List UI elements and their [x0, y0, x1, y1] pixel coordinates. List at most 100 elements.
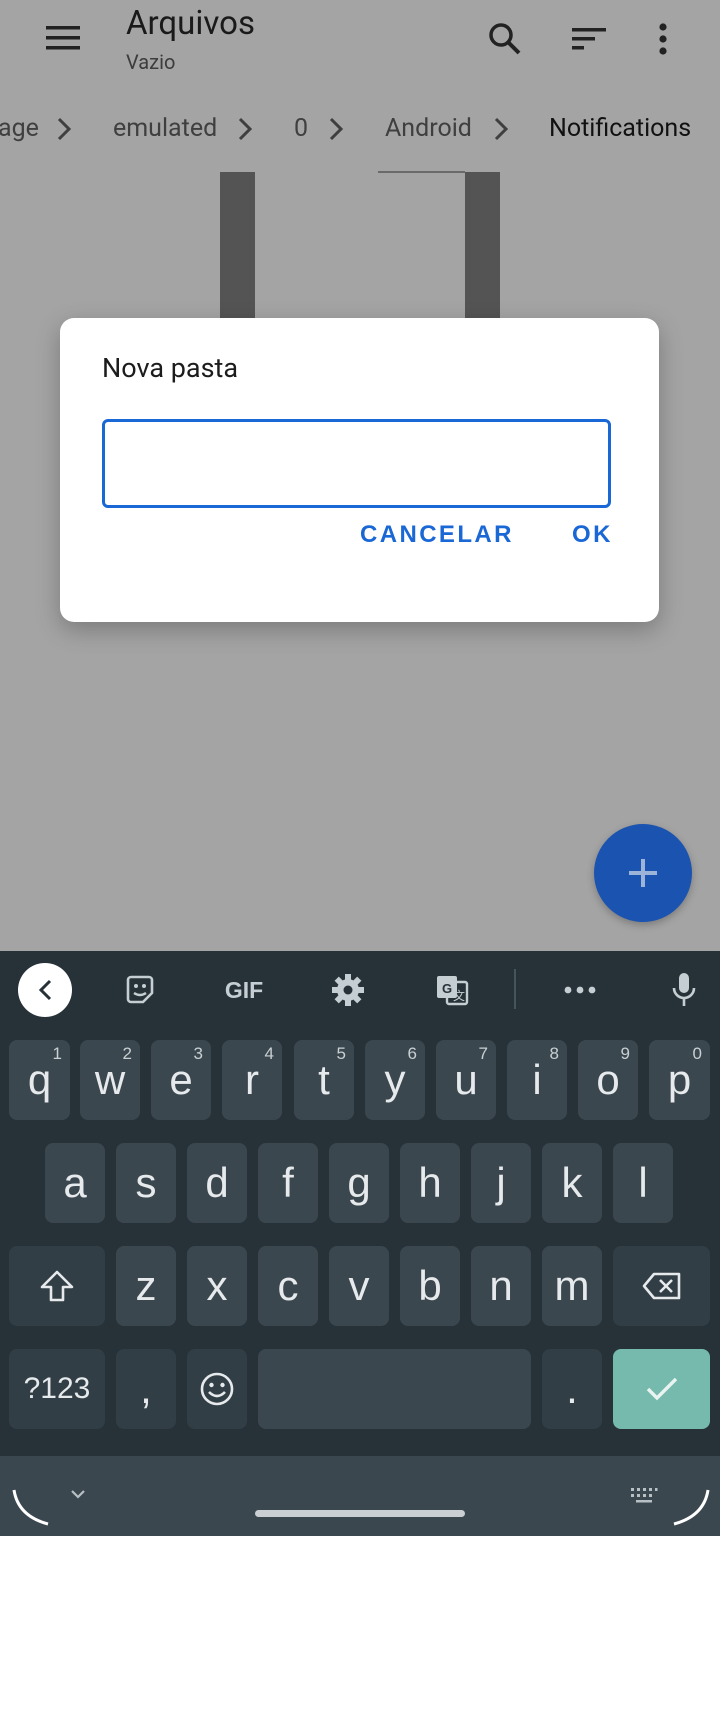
screen: Arquivos Vazio age emulated 0 Android No…	[0, 0, 720, 1536]
key-b[interactable]: b	[400, 1246, 460, 1326]
breadcrumb-item-storage[interactable]: age	[0, 114, 39, 143]
key-label: e	[169, 1056, 193, 1103]
backspace-key[interactable]	[613, 1246, 710, 1326]
key-u[interactable]: u7	[436, 1040, 496, 1120]
cancel-button[interactable]: CANCELAR	[360, 521, 514, 549]
svg-text:G: G	[442, 981, 452, 996]
key-d[interactable]: d	[187, 1143, 247, 1223]
folder-name-input[interactable]	[102, 419, 611, 508]
ok-button[interactable]: OK	[572, 521, 613, 549]
key-label: g	[347, 1159, 371, 1206]
chevron-right-icon	[57, 117, 72, 141]
key-label: m	[554, 1262, 590, 1309]
key-label: ?123	[23, 1372, 91, 1405]
emoji-key[interactable]	[187, 1349, 247, 1429]
key-l[interactable]: l	[613, 1143, 673, 1223]
key-label: .	[566, 1365, 578, 1412]
search-icon[interactable]	[482, 16, 528, 62]
key-hint: 0	[692, 1044, 702, 1063]
key-f[interactable]: f	[258, 1143, 318, 1223]
key-p[interactable]: p0	[649, 1040, 710, 1120]
key-j[interactable]: j	[471, 1143, 531, 1223]
mic-icon[interactable]	[664, 968, 704, 1012]
key-hint: 3	[193, 1044, 203, 1063]
sticker-icon[interactable]	[120, 970, 160, 1010]
more-vert-icon[interactable]	[648, 16, 678, 62]
shift-key[interactable]	[9, 1246, 105, 1326]
key-label: f	[282, 1159, 294, 1206]
key-w[interactable]: w2	[80, 1040, 140, 1120]
page-title: Arquivos	[126, 4, 255, 43]
key-label: w	[94, 1056, 126, 1103]
key-c[interactable]: c	[258, 1246, 318, 1326]
key-label: j	[496, 1159, 506, 1206]
breadcrumb-item-android[interactable]: Android	[385, 114, 472, 143]
key-m[interactable]: m	[542, 1246, 602, 1326]
key-label: y	[384, 1056, 406, 1103]
navigation-bar	[0, 1456, 720, 1536]
key-g[interactable]: g	[329, 1143, 389, 1223]
key-q[interactable]: q1	[9, 1040, 70, 1120]
more-horiz-icon[interactable]	[560, 970, 600, 1010]
gif-label: GIF	[224, 976, 264, 1003]
key-hint: 4	[264, 1044, 274, 1063]
key-r[interactable]: r4	[222, 1040, 282, 1120]
key-hint: 5	[336, 1044, 346, 1063]
key-h[interactable]: h	[400, 1143, 460, 1223]
chevron-down-icon	[71, 1490, 85, 1499]
empty-folder-illustration-left	[220, 172, 255, 322]
key-z[interactable]: z	[116, 1246, 176, 1326]
key-label: r	[245, 1056, 259, 1103]
symbols-key[interactable]: ?123	[9, 1349, 105, 1429]
breadcrumb-item-emulated[interactable]: emulated	[113, 114, 217, 143]
key-n[interactable]: n	[471, 1246, 531, 1326]
key-s[interactable]: s	[116, 1143, 176, 1223]
home-gesture-handle[interactable]	[255, 1510, 465, 1517]
key-i[interactable]: i8	[507, 1040, 567, 1120]
app-bar: Arquivos Vazio	[0, 0, 720, 86]
chevron-right-icon	[238, 117, 253, 141]
key-label: v	[348, 1262, 370, 1309]
key-label: a	[63, 1159, 87, 1206]
add-fab-button[interactable]	[594, 824, 692, 922]
key-label: k	[561, 1159, 583, 1206]
key-a[interactable]: a	[45, 1143, 105, 1223]
keyboard-back-button[interactable]	[18, 963, 72, 1017]
chevron-right-icon	[329, 117, 344, 141]
key-label: s	[135, 1159, 157, 1206]
space-key[interactable]	[258, 1349, 531, 1429]
breadcrumb-item-0[interactable]: 0	[294, 114, 308, 143]
empty-folder-illustration-line	[378, 171, 465, 173]
key-e[interactable]: e3	[151, 1040, 211, 1120]
sort-icon[interactable]	[566, 16, 612, 62]
rounded-corner-right-icon	[673, 1489, 710, 1526]
key-label: u	[454, 1056, 478, 1103]
key-x[interactable]: x	[187, 1246, 247, 1326]
enter-key[interactable]	[613, 1349, 710, 1429]
key-label: t	[318, 1056, 330, 1103]
toolbar-divider	[514, 969, 516, 1009]
svg-text:文: 文	[453, 988, 465, 1003]
plus-icon	[629, 859, 657, 887]
key-y[interactable]: y6	[365, 1040, 425, 1120]
keyboard-switcher-button[interactable]	[628, 1484, 660, 1506]
hide-keyboard-button[interactable]	[64, 1482, 92, 1506]
gif-button[interactable]: GIF	[216, 970, 272, 1010]
key-t[interactable]: t5	[294, 1040, 354, 1120]
translate-icon[interactable]: G文	[432, 970, 472, 1010]
key-label: q	[27, 1056, 52, 1103]
key-hint: 2	[122, 1044, 132, 1063]
emoji-icon	[200, 1372, 234, 1406]
period-key[interactable]: .	[542, 1349, 602, 1429]
settings-icon[interactable]	[328, 970, 368, 1010]
comma-key[interactable]: ,	[116, 1349, 176, 1429]
key-o[interactable]: o9	[578, 1040, 638, 1120]
key-hint: 9	[620, 1044, 630, 1063]
key-hint: 1	[52, 1044, 62, 1063]
chevron-right-icon	[494, 117, 509, 141]
hamburger-menu-icon[interactable]	[38, 18, 88, 58]
breadcrumb-item-notifications[interactable]: Notifications	[549, 114, 691, 143]
rounded-corner-left-icon	[12, 1489, 49, 1526]
key-k[interactable]: k	[542, 1143, 602, 1223]
key-v[interactable]: v	[329, 1246, 389, 1326]
